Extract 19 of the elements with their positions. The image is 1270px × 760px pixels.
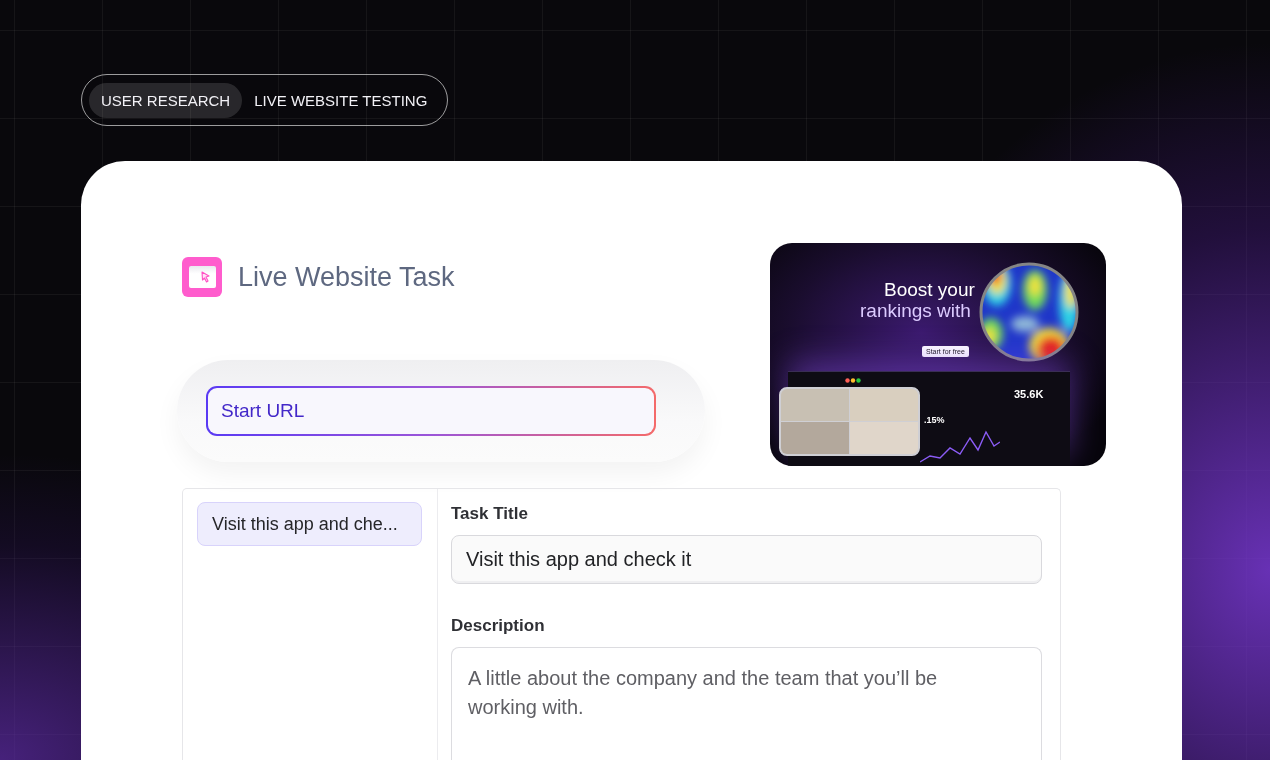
photo-placeholder	[850, 389, 918, 421]
task-list-item[interactable]: Visit this app and che...	[197, 502, 422, 546]
category-tag[interactable]: LIVE WEBSITE TESTING	[242, 82, 440, 118]
start-url-field[interactable]: Start URL	[206, 386, 656, 436]
photo-placeholder	[850, 422, 918, 454]
photo-placeholder	[781, 422, 849, 454]
cursor-window-icon	[182, 257, 222, 297]
field-label: Task Title	[451, 504, 529, 524]
task-title-heading: Live Website Task	[238, 261, 455, 293]
preview-headline: rankings with	[860, 300, 971, 322]
task-title-input[interactable]: Visit this app and check it	[451, 535, 1042, 584]
stat-value: .15%	[924, 415, 945, 425]
preview-headline: Boost your	[884, 279, 975, 301]
category-tag[interactable]: USER RESEARCH	[89, 82, 243, 118]
stat-value: 35.6K	[1014, 388, 1044, 400]
field-label: Description	[451, 616, 546, 636]
description-textarea[interactable]: A little about the company and the team that you’ll be working with.	[451, 647, 1042, 760]
window-dots-icon	[845, 378, 861, 383]
photo-placeholder	[781, 389, 849, 421]
